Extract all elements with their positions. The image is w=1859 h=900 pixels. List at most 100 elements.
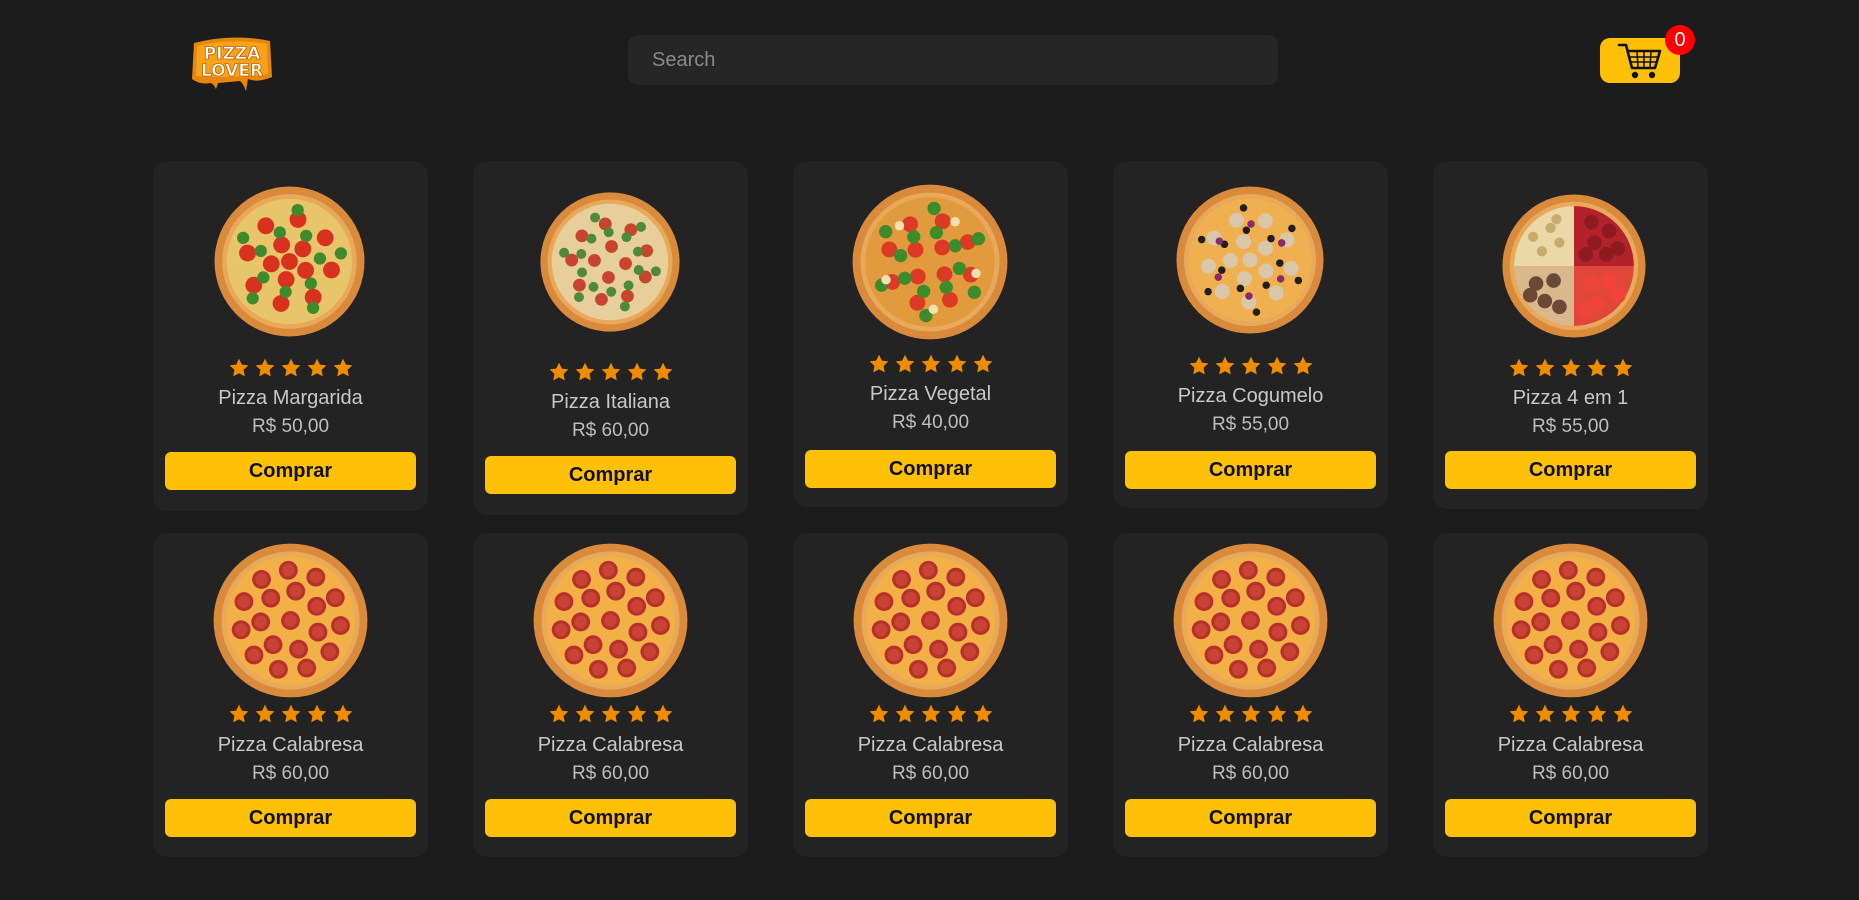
four-in-one-pizza-image [1501,193,1647,339]
star-icon [1189,704,1208,723]
product-name: Pizza 4 em 1 [1512,387,1629,409]
star-icon [653,362,672,381]
star-icon [947,704,966,723]
product-price: R$ 40,00 [891,412,970,433]
product-price: R$ 60,00 [1531,763,1610,784]
cart-count-badge: 0 [1665,25,1695,55]
product-price: R$ 60,00 [571,420,650,441]
rating-stars [473,703,748,727]
star-icon [1215,356,1234,375]
star-icon [1613,358,1632,377]
search-input[interactable] [628,35,1278,85]
rating-stars [1113,703,1388,727]
rating-stars [793,353,1068,377]
star-icon [869,354,888,373]
buy-button[interactable]: Comprar [485,799,736,837]
rating-stars [153,357,428,381]
product-name: Pizza Margarida [218,387,363,409]
buy-button[interactable]: Comprar [165,452,416,490]
star-icon [947,354,966,373]
pepperoni-pizza-image [532,542,689,699]
buy-button[interactable]: Comprar [165,799,416,837]
rating-stars [153,703,428,727]
rating-stars [1113,355,1388,379]
product-name: Pizza Vegetal [869,383,992,405]
star-icon [1293,704,1312,723]
rating-stars [1433,357,1708,381]
star-icon [575,362,594,381]
star-icon [895,704,914,723]
buy-button[interactable]: Comprar [1125,799,1376,837]
rating-stars [473,361,748,385]
star-icon [333,704,352,723]
buy-button[interactable]: Comprar [485,456,736,494]
product-price: R$ 50,00 [251,416,330,437]
pepperoni-pizza-image [212,542,369,699]
italian-pizza-image [539,191,681,333]
star-icon [921,354,940,373]
margherita-pizza-image [213,185,366,338]
product-price: R$ 55,00 [1531,416,1610,437]
star-icon [921,704,940,723]
vegetable-pizza-image [851,183,1009,341]
star-icon [1561,704,1580,723]
star-icon [895,354,914,373]
product-card: Pizza Calabresa R$ 60,00 Comprar [473,533,748,857]
product-card: Pizza Cogumelo R$ 55,00 Comprar [1113,161,1388,508]
product-price: R$ 60,00 [1211,763,1290,784]
star-icon [869,704,888,723]
product-price: R$ 55,00 [1211,414,1290,435]
pizza-lover-logo[interactable]: PIZZA LOVER [188,33,276,93]
product-price: R$ 60,00 [891,763,970,784]
pepperoni-pizza-image [852,542,1009,699]
star-icon [549,704,568,723]
star-icon [229,358,248,377]
product-price: R$ 60,00 [251,763,330,784]
star-icon [601,704,620,723]
star-icon [281,358,300,377]
product-name: Pizza Calabresa [857,734,1004,756]
star-icon [601,362,620,381]
product-name: Pizza Calabresa [1497,734,1644,756]
product-card: Pizza 4 em 1 R$ 55,00 Comprar [1433,161,1708,509]
star-icon [575,704,594,723]
buy-button[interactable]: Comprar [1445,451,1696,489]
star-icon [653,704,672,723]
star-icon [1509,358,1528,377]
buy-button[interactable]: Comprar [1125,451,1376,489]
buy-button[interactable]: Comprar [805,450,1056,488]
star-icon [333,358,352,377]
star-icon [1215,704,1234,723]
rating-stars [793,703,1068,727]
star-icon [281,704,300,723]
star-icon [1267,704,1286,723]
star-icon [627,362,646,381]
star-icon [1509,704,1528,723]
star-icon [255,704,274,723]
star-icon [973,354,992,373]
star-icon [1535,704,1554,723]
star-icon [1293,356,1312,375]
star-icon [307,358,326,377]
product-card: Pizza Vegetal R$ 40,00 Comprar [793,161,1068,507]
star-icon [1535,358,1554,377]
star-icon [1613,704,1632,723]
star-icon [973,704,992,723]
star-icon [1587,704,1606,723]
product-name: Pizza Italiana [551,391,670,413]
buy-button[interactable]: Comprar [805,799,1056,837]
product-card: Pizza Calabresa R$ 60,00 Comprar [1113,533,1388,857]
pepperoni-pizza-image [1492,542,1649,699]
product-price: R$ 60,00 [571,763,650,784]
product-card: Pizza Calabresa R$ 60,00 Comprar [1433,533,1708,857]
shopping-cart-icon [1617,43,1662,78]
rating-stars [1433,703,1708,727]
star-icon [1561,358,1580,377]
product-name: Pizza Calabresa [1177,734,1324,756]
buy-button[interactable]: Comprar [1445,799,1696,837]
product-name: Pizza Cogumelo [1177,385,1324,407]
star-icon [1267,356,1286,375]
star-icon [229,704,248,723]
mushroom-pizza-image [1175,185,1325,335]
star-icon [1189,356,1208,375]
